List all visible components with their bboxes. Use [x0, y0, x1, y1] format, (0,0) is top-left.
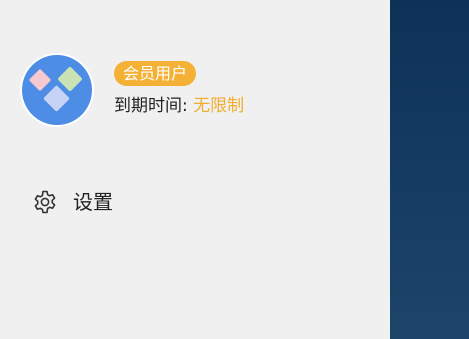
- diamond-tiles-icon: [22, 55, 92, 125]
- dimmed-backdrop[interactable]: [390, 0, 469, 339]
- member-badge: 会员用户: [114, 61, 197, 86]
- menu-item-settings[interactable]: 设置: [18, 180, 378, 224]
- menu-item-settings-label: 设置: [73, 190, 113, 214]
- app-screen: 会员用户 到期时间: 无限制 设置: [0, 0, 469, 339]
- gear-icon: [32, 189, 58, 215]
- expiry-label: 到期时间:: [114, 96, 194, 116]
- expiry-info: 到期时间: 无限制: [114, 95, 244, 117]
- navigation-drawer: 会员用户 到期时间: 无限制 设置: [0, 0, 390, 339]
- expiry-value: 无限制: [193, 96, 245, 116]
- avatar[interactable]: [20, 53, 94, 127]
